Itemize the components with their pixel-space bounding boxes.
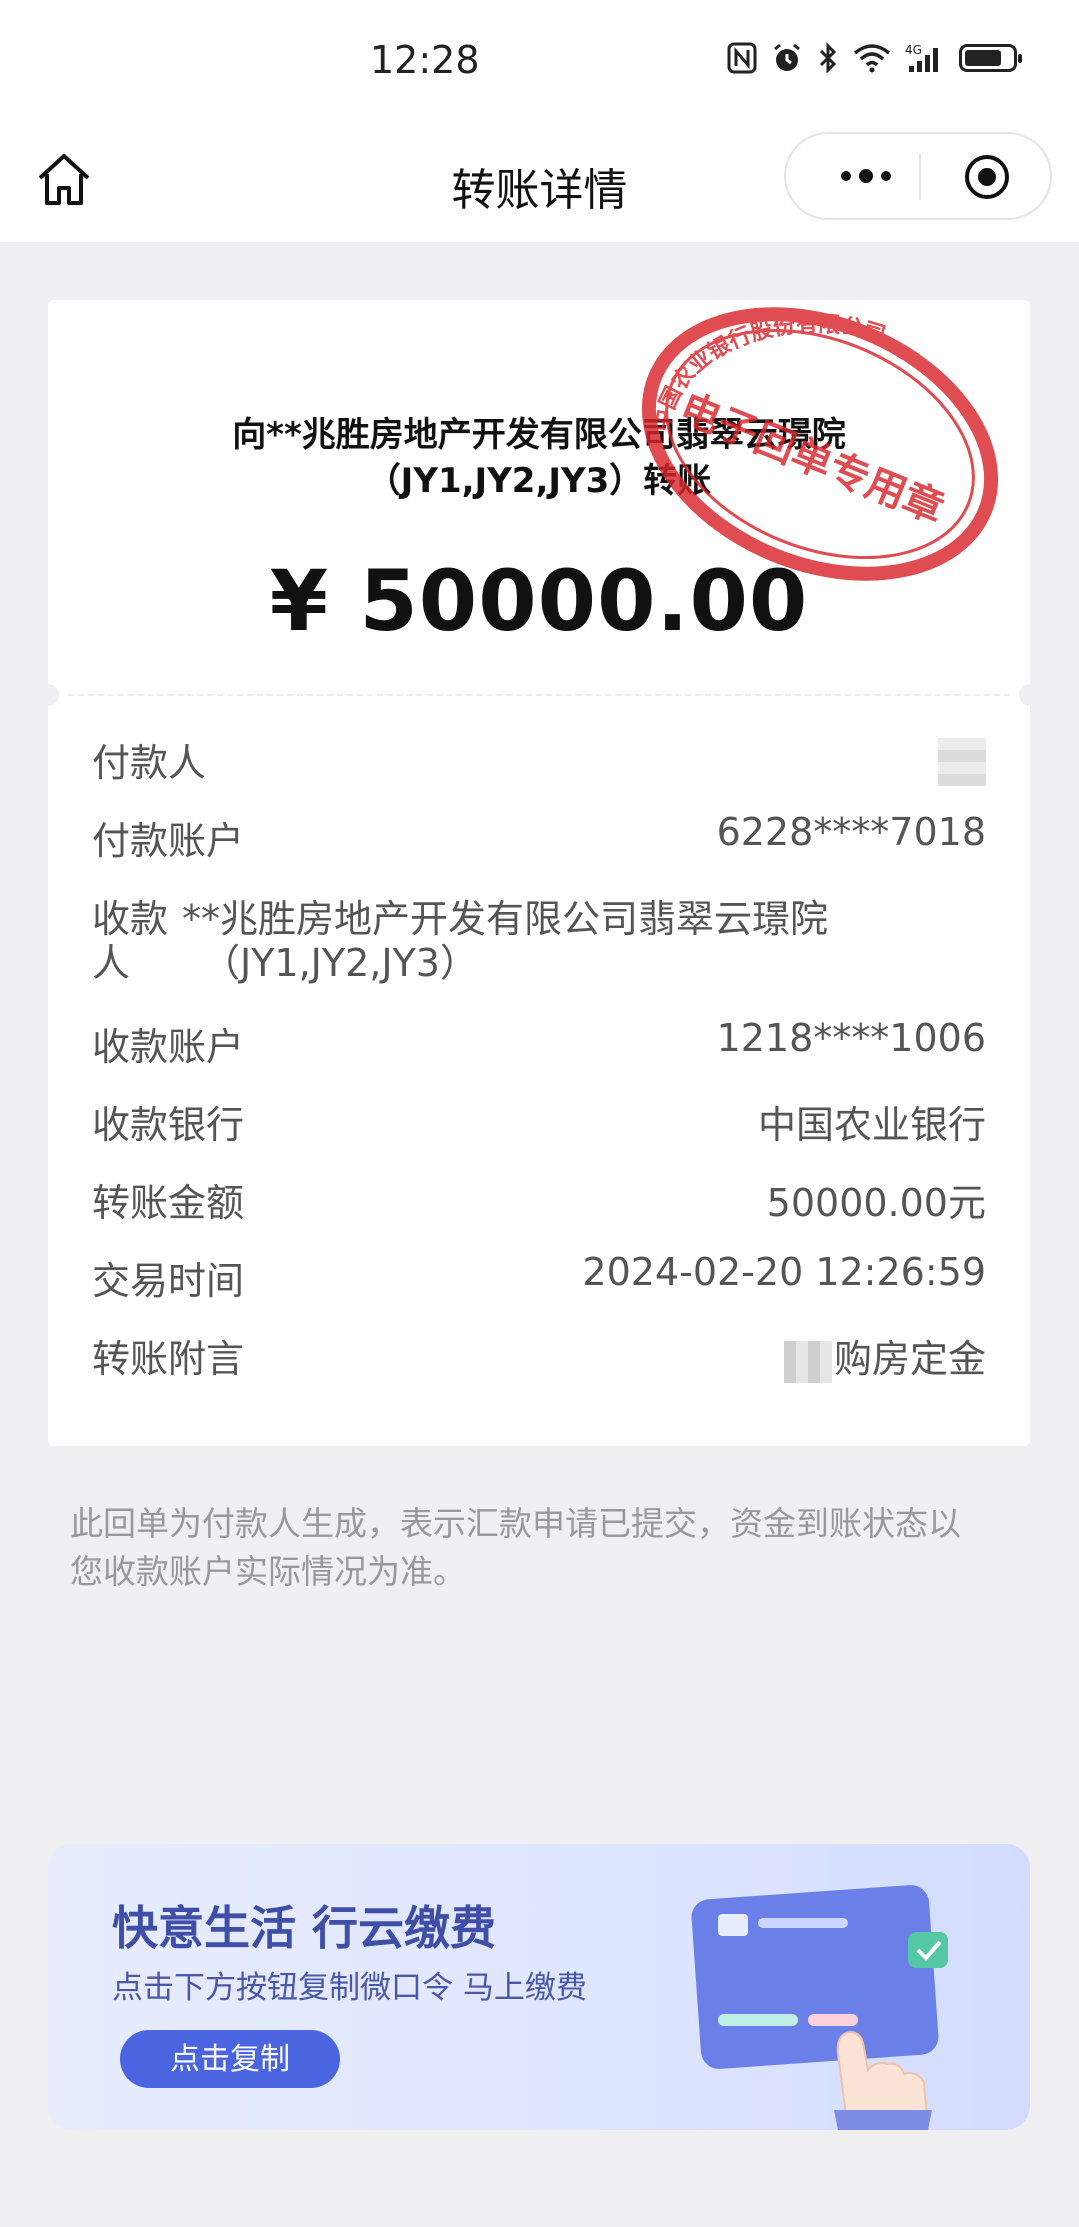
payer-label: 付款人: [92, 741, 207, 785]
alarm-icon: [774, 43, 800, 71]
remark-row: 转账附言 购房定金: [92, 1328, 986, 1388]
payer-account-value: 6228****7018: [716, 810, 986, 854]
receipt-title-line1: 向**兆胜房地产开发有限公司翡翠云璟院: [232, 415, 846, 455]
svg-text:4G: 4G: [905, 43, 922, 57]
bluetooth-icon: [819, 42, 837, 74]
transaction-time-label: 交易时间: [92, 1259, 245, 1303]
payee-account-label: 收款账户: [92, 1025, 245, 1069]
status-bar: 12:28 4G: [0, 0, 1079, 120]
mini-program-capsule: [784, 132, 1052, 220]
more-dots-icon[interactable]: [816, 156, 916, 196]
navigation-bar: 转账详情: [0, 120, 1079, 242]
payee-row: 收款 人 **兆胜房地产开发有限公司翡翠云璟院 （JY1,JY2,JY3）: [92, 888, 986, 988]
payer-row: 付款人: [92, 732, 986, 792]
wifi-icon: [853, 44, 891, 73]
promo-banner[interactable]: 快意生活 行云缴费 点击下方按钮复制微口令 马上缴费 点击复制: [48, 1844, 1030, 2130]
payee-account-value: 1218****1006: [716, 1016, 986, 1060]
status-time: 12:28: [370, 38, 480, 82]
payer-name-redacted: [938, 738, 986, 786]
card-notch-left: [37, 684, 59, 706]
transaction-time-row: 交易时间 2024-02-20 12:26:59: [92, 1250, 986, 1310]
payee-value-line2: （JY1,JY2,JY3）: [202, 941, 478, 985]
payee-label-2: 人: [92, 941, 131, 985]
banner-title: 快意生活 行云缴费: [112, 1901, 497, 1955]
receipt-title: 向**兆胜房地产开发有限公司翡翠云璟院 （JY1,JY2,JY3）转账: [148, 412, 930, 504]
payer-account-row: 付款账户 6228****7018: [92, 810, 986, 870]
capsule-divider: [919, 154, 921, 200]
4g-signal-icon: 4G: [905, 43, 938, 72]
payee-bank-value: 中国农业银行: [757, 1103, 986, 1147]
receipt-card: 向**兆胜房地产开发有限公司翡翠云璟院 （JY1,JY2,JY3）转账 ¥ 50…: [37, 300, 1041, 1446]
remark-label: 转账附言: [92, 1337, 245, 1381]
payer-account-label: 付款账户: [92, 819, 245, 863]
transfer-amount-row: 转账金额 50000.00元: [92, 1172, 986, 1232]
payee-bank-label: 收款银行: [92, 1103, 245, 1147]
receipt-amount: ¥ 50000.00: [269, 552, 809, 650]
copy-button[interactable]: 点击复制: [120, 2030, 340, 2088]
target-close-icon[interactable]: [962, 152, 1012, 202]
remark-value: 购房定金: [833, 1337, 986, 1381]
receipt-title-line2: （JY1,JY2,JY3）转账: [366, 461, 712, 501]
transfer-amount-label: 转账金额: [92, 1181, 245, 1225]
banner-subtitle: 点击下方按钮复制微口令 马上缴费: [112, 1970, 587, 2006]
payee-account-row: 收款账户 1218****1006: [92, 1016, 986, 1076]
card-divider: [68, 694, 1010, 696]
battery-icon: [959, 44, 1022, 72]
receipt-disclaimer: 此回单为付款人生成，表示汇款申请已提交，资金到账状态以 您收款账户实际情况为准。: [70, 1504, 961, 1591]
card-hand-illustration-icon: [691, 1885, 948, 2130]
remark-redacted: [783, 1340, 832, 1383]
transfer-amount-value: 50000.00元: [766, 1181, 986, 1225]
nfc-icon: [727, 42, 757, 74]
payee-bank-row: 收款银行 中国农业银行: [92, 1094, 986, 1154]
status-icons: 4G: [727, 42, 1022, 74]
remark-value-wrap: 购房定金: [783, 1328, 986, 1383]
card-notch-right: [1019, 684, 1041, 706]
transaction-time-value: 2024-02-20 12:26:59: [582, 1250, 986, 1294]
